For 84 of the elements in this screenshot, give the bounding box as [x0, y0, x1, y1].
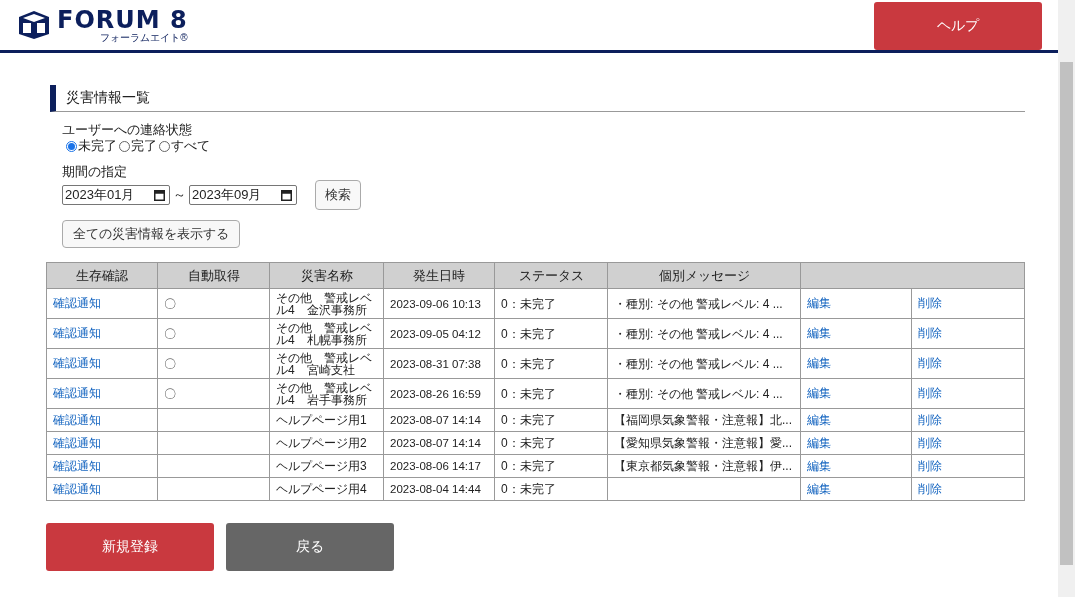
edit-link[interactable]: 編集 — [807, 412, 831, 427]
calendar-icon[interactable] — [154, 189, 165, 201]
table-cell-text: 2023-08-06 14:17 — [390, 460, 482, 472]
table-cell-text: 2023-09-06 10:13 — [390, 297, 482, 310]
radio-label: 完了 — [131, 138, 157, 154]
table-cell-text: 【福岡県気象警報・注意報】北... — [614, 413, 793, 427]
show-all-button[interactable]: 全ての災害情報を表示する — [62, 220, 240, 248]
section-title: 災害情報一覧 — [50, 85, 1025, 112]
edit-link[interactable]: 編集 — [807, 386, 831, 400]
table-cell-text: ・種別: その他 警戒レベル: 4 ... — [614, 386, 784, 401]
table-cell-text: ・種別: その他 警戒レベル: 4 ... — [614, 326, 784, 341]
range-separator: ～ — [173, 186, 186, 204]
table-cell-text: 2023-08-07 14:14 — [390, 437, 482, 449]
edit-link[interactable]: 編集 — [807, 356, 831, 370]
confirm-link[interactable]: 確認通知 — [53, 296, 101, 310]
column-header: 発生日時 — [383, 262, 495, 289]
table-cell-text: ヘルプページ用1 — [276, 414, 368, 426]
search-button[interactable]: 検索 — [315, 180, 361, 210]
edit-link[interactable]: 編集 — [807, 326, 831, 340]
radio-label: 未完了 — [78, 138, 117, 154]
edit-link[interactable]: 編集 — [807, 458, 831, 473]
column-header: 災害名称 — [269, 262, 384, 289]
table-cell-text: 【東京都気象警報・注意報】伊... — [614, 459, 793, 473]
table-cell-text: 0：未完了 — [501, 437, 557, 449]
filter-label: ユーザーへの連絡状態 — [61, 122, 193, 138]
calendar-icon[interactable] — [281, 189, 292, 201]
period-label: 期間の指定 — [61, 164, 128, 180]
help-button[interactable]: ヘルプ — [874, 2, 1042, 50]
back-button[interactable]: 戻る — [226, 523, 394, 571]
edit-link[interactable]: 編集 — [807, 481, 831, 496]
table-cell-text: 0：未完了 — [501, 414, 557, 426]
table-cell-text: 0：未完了 — [501, 483, 557, 495]
table-cell-text: ・種別: その他 警戒レベル: 4 ... — [614, 356, 784, 371]
delete-link[interactable]: 削除 — [918, 435, 942, 450]
table-cell-text: ヘルプページ用2 — [276, 437, 368, 449]
radio-label: すべて — [171, 138, 210, 154]
table-cell-text: 0：未完了 — [501, 327, 557, 340]
scrollbar[interactable] — [1058, 0, 1075, 597]
table-cell-text: その他 警戒レベル4 宮崎支社 — [276, 351, 373, 376]
table-cell-text: ・種別: その他 警戒レベル: 4 ... — [614, 296, 784, 311]
confirm-link[interactable]: 確認通知 — [53, 386, 101, 400]
column-header: 個別メッセージ — [607, 262, 801, 289]
table-cell-text: その他 警戒レベル4 岩手事務所 — [276, 381, 373, 406]
table-cell-text: 0：未完了 — [501, 460, 557, 472]
date-field[interactable]: 2023年09月 — [189, 185, 297, 205]
table-cell-text: ヘルプページ用3 — [276, 460, 368, 472]
delete-link[interactable]: 削除 — [918, 386, 942, 400]
column-header: ステータス — [494, 262, 608, 289]
table-cell-text: 2023-08-07 14:14 — [390, 414, 482, 426]
table-cell-text: その他 警戒レベル4 札幌事務所 — [276, 321, 373, 346]
table-cell-text: 〇 — [164, 297, 177, 310]
column-header: 生存確認 — [46, 262, 158, 289]
edit-link[interactable]: 編集 — [807, 296, 831, 310]
logo-icon — [17, 10, 51, 40]
confirm-link[interactable]: 確認通知 — [53, 326, 101, 340]
confirm-link[interactable]: 確認通知 — [53, 356, 101, 370]
radio-button[interactable] — [66, 140, 77, 152]
radio-button[interactable] — [159, 140, 170, 152]
table-cell-text: 0：未完了 — [501, 387, 557, 400]
table-cell-text: 〇 — [164, 327, 177, 340]
table-cell-text: その他 警戒レベル4 金沢事務所 — [276, 291, 373, 316]
table-cell-text: 0：未完了 — [501, 297, 557, 310]
column-header: 自動取得 — [157, 262, 270, 289]
table-cell-text: 2023-08-04 14:44 — [390, 483, 482, 495]
logo-subtext: フォーラムエイト® — [100, 31, 188, 43]
table-cell-text: 2023-08-31 07:38 — [390, 357, 482, 370]
table-cell-text: 〇 — [164, 357, 177, 370]
register-button[interactable]: 新規登録 — [46, 523, 214, 571]
radio-button[interactable] — [119, 140, 130, 152]
table-cell-text: 【愛知県気象警報・注意報】愛... — [614, 436, 793, 450]
delete-link[interactable]: 削除 — [918, 296, 942, 310]
table-cell-text: 2023-09-05 04:12 — [390, 327, 482, 340]
date-field[interactable]: 2023年01月 — [62, 185, 170, 205]
logo-text: FORUM 8 — [57, 7, 188, 32]
delete-link[interactable]: 削除 — [918, 481, 942, 496]
delete-link[interactable]: 削除 — [918, 356, 942, 370]
delete-link[interactable]: 削除 — [918, 326, 942, 340]
delete-link[interactable]: 削除 — [918, 412, 942, 427]
table-cell-text: 2023-08-26 16:59 — [390, 387, 482, 400]
table-cell-text: 〇 — [164, 387, 177, 400]
delete-link[interactable]: 削除 — [918, 458, 942, 473]
edit-link[interactable]: 編集 — [807, 435, 831, 450]
table-cell-text: ヘルプページ用4 — [276, 483, 368, 495]
table-cell-text: 0：未完了 — [501, 357, 557, 370]
